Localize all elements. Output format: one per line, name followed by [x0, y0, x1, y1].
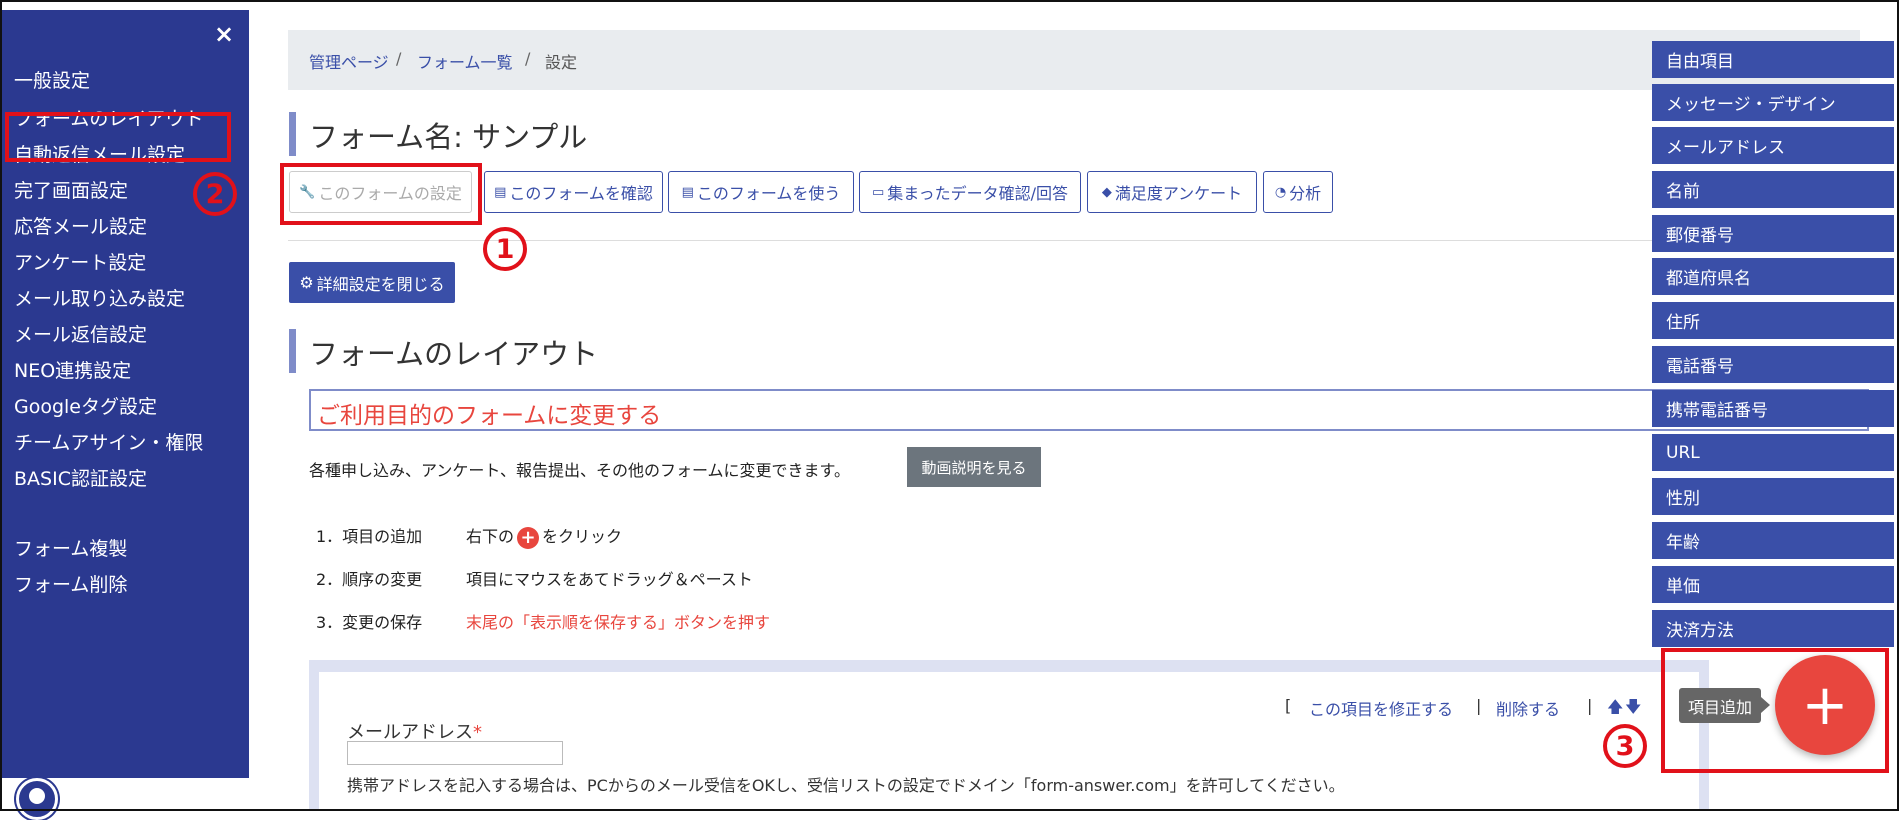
form-settings-label: このフォームの設定 — [318, 184, 462, 203]
step-2-number: 2．順序の変更 — [316, 570, 423, 589]
delete-item-link[interactable]: 削除する — [1496, 696, 1560, 720]
step-1-text: 右下の + をクリック — [466, 523, 622, 549]
form-use-button[interactable]: ▤ このフォームを使う — [668, 171, 854, 213]
gear-icon: ⚙ — [299, 273, 314, 292]
sidebar-item-mail-import[interactable]: メール取り込み設定 — [14, 284, 185, 311]
breadcrumb-form-list[interactable]: フォーム一覧 — [417, 49, 513, 73]
layers-icon: ◆ — [1101, 184, 1112, 200]
breadcrumb-separator: / — [525, 49, 531, 68]
palette-item-message-design[interactable]: メッセージ・デザイン — [1652, 84, 1894, 121]
document-icon: ▤ — [681, 184, 694, 200]
sidebar-item-duplicate[interactable]: フォーム複製 — [14, 534, 127, 561]
form-use-label: このフォームを使う — [696, 184, 841, 203]
step-3-text: 末尾の「表示順を保存する」ボタンを押す — [466, 613, 771, 632]
sidebar-item-response-mail[interactable]: 応答メール設定 — [14, 212, 147, 239]
form-preview-label: このフォームを確認 — [509, 184, 653, 203]
sidebar-item-basic-auth[interactable]: BASIC認証設定 — [14, 464, 147, 491]
document-icon: ▤ — [494, 184, 507, 200]
close-detail-settings-label: 詳細設定を閉じる — [316, 274, 445, 294]
plus-icon: + — [1801, 672, 1849, 738]
breadcrumb-admin[interactable]: 管理ページ — [309, 49, 389, 73]
chart-icon: ◔ — [1274, 184, 1287, 200]
plus-icon: + — [517, 526, 540, 549]
field-card: [ この項目を修正する | 削除する | 🡅 🡇 メールアドレス* 携帯アドレス… — [309, 660, 1709, 811]
analysis-label: 分析 — [1289, 184, 1322, 203]
add-item-button[interactable]: + — [1775, 655, 1875, 755]
palette-item-unit-price[interactable]: 単価 — [1652, 566, 1894, 603]
palette-item-age[interactable]: 年齢 — [1652, 522, 1894, 559]
field-help-text: 携帯アドレスを記入する場合は、PCからのメール受信をOKし、受信リストの設定でド… — [347, 776, 1345, 795]
breadcrumb: 管理ページ / フォーム一覧 / 設定 — [288, 30, 1860, 90]
up-arrow-icon[interactable]: 🡅 — [1607, 696, 1623, 723]
annotation-number-3: 3 — [1603, 724, 1647, 768]
required-mark: * — [473, 722, 482, 743]
bracket-open: [ — [1285, 696, 1292, 715]
avatar[interactable] — [16, 778, 58, 820]
video-button[interactable]: 動画説明を見る — [907, 447, 1041, 487]
step-1-before: 右下の — [466, 527, 515, 546]
palette-item-url[interactable]: URL — [1652, 434, 1894, 471]
annotation-number-1: 1 — [483, 227, 527, 271]
sidebar: × 一般設定 フォームのレイアウト 自動返信メール設定 完了画面設定 応答メール… — [2, 10, 249, 778]
palette-item-email[interactable]: メールアドレス — [1652, 127, 1894, 164]
add-item-tooltip: 項目追加 — [1679, 688, 1770, 723]
palette-item-address[interactable]: 住所 — [1652, 302, 1894, 339]
section-title: フォームのレイアウト — [309, 337, 599, 371]
sidebar-item-team[interactable]: チームアサイン・権限 — [14, 428, 203, 455]
close-detail-settings-button[interactable]: ⚙ 詳細設定を閉じる — [289, 262, 455, 303]
palette-item-gender[interactable]: 性別 — [1652, 478, 1894, 515]
field-label-text: メールアドレス — [347, 722, 473, 743]
sidebar-item-completion[interactable]: 完了画面設定 — [14, 176, 128, 203]
down-arrow-icon[interactable]: 🡇 — [1625, 696, 1641, 723]
purpose-description: 各種申し込み、アンケート、報告提出、その他のフォームに変更できます。 — [309, 461, 850, 480]
palette-item-payment[interactable]: 決済方法 — [1652, 610, 1894, 647]
heading-accent — [289, 112, 296, 156]
palette-item-prefecture[interactable]: 都道府県名 — [1652, 258, 1894, 295]
collected-data-button[interactable]: ▭ 集まったデータ確認/回答 — [859, 171, 1081, 213]
step-2-text: 項目にマウスをあてドラッグ＆ペースト — [466, 570, 753, 589]
purpose-box[interactable]: ご利用目的のフォームに変更する — [309, 389, 1869, 431]
form-preview-button[interactable]: ▤ このフォームを確認 — [484, 171, 663, 213]
wrench-icon: 🔧 — [299, 184, 316, 200]
action-separator: | — [1476, 696, 1482, 715]
step-3-number: 3．変更の保存 — [316, 613, 423, 632]
sidebar-item-mail-reply[interactable]: メール返信設定 — [14, 320, 147, 347]
action-separator: | — [1587, 696, 1593, 715]
purpose-title[interactable]: ご利用目的のフォームに変更する — [317, 396, 661, 430]
satisfaction-survey-button[interactable]: ◆ 満足度アンケート — [1087, 171, 1257, 213]
palette-item-name[interactable]: 名前 — [1652, 171, 1894, 208]
breadcrumb-separator: / — [396, 49, 402, 68]
page-title: フォーム名: サンプル — [309, 120, 588, 154]
palette-item-free[interactable]: 自由項目 — [1652, 41, 1894, 78]
heading-accent — [289, 329, 296, 373]
field-card-inner[interactable]: [ この項目を修正する | 削除する | 🡅 🡇 メールアドレス* 携帯アドレス… — [319, 672, 1699, 811]
form-settings-button[interactable]: 🔧 このフォームの設定 — [289, 171, 472, 213]
sidebar-item-neo[interactable]: NEO連携設定 — [14, 356, 131, 383]
sidebar-item-delete[interactable]: フォーム削除 — [14, 570, 127, 597]
collected-data-label: 集まったデータ確認/回答 — [887, 184, 1069, 203]
palette-item-postal-code[interactable]: 郵便番号 — [1652, 215, 1894, 252]
breadcrumb-current: 設定 — [545, 53, 578, 72]
sidebar-item-general[interactable]: 一般設定 — [14, 66, 90, 93]
edit-item-link[interactable]: この項目を修正する — [1309, 696, 1453, 720]
analysis-button[interactable]: ◔ 分析 — [1263, 171, 1333, 213]
close-icon[interactable]: × — [214, 20, 234, 48]
comment-icon: ▭ — [871, 184, 885, 200]
palette-item-phone[interactable]: 電話番号 — [1652, 346, 1894, 383]
sidebar-item-layout[interactable]: フォームのレイアウト — [14, 104, 203, 131]
step-1-number: 1．項目の追加 — [316, 527, 423, 546]
palette-item-mobile[interactable]: 携帯電話番号 — [1652, 390, 1894, 427]
sidebar-item-survey[interactable]: アンケート設定 — [14, 248, 146, 275]
email-field[interactable] — [347, 741, 563, 765]
step-1-after: をクリック — [542, 527, 623, 546]
sidebar-item-auto-reply[interactable]: 自動返信メール設定 — [14, 140, 185, 167]
annotation-number-2: 2 — [193, 172, 237, 216]
sidebar-item-google-tag[interactable]: Googleタグ設定 — [14, 392, 157, 419]
satisfaction-survey-label: 満足度アンケート — [1114, 184, 1243, 203]
